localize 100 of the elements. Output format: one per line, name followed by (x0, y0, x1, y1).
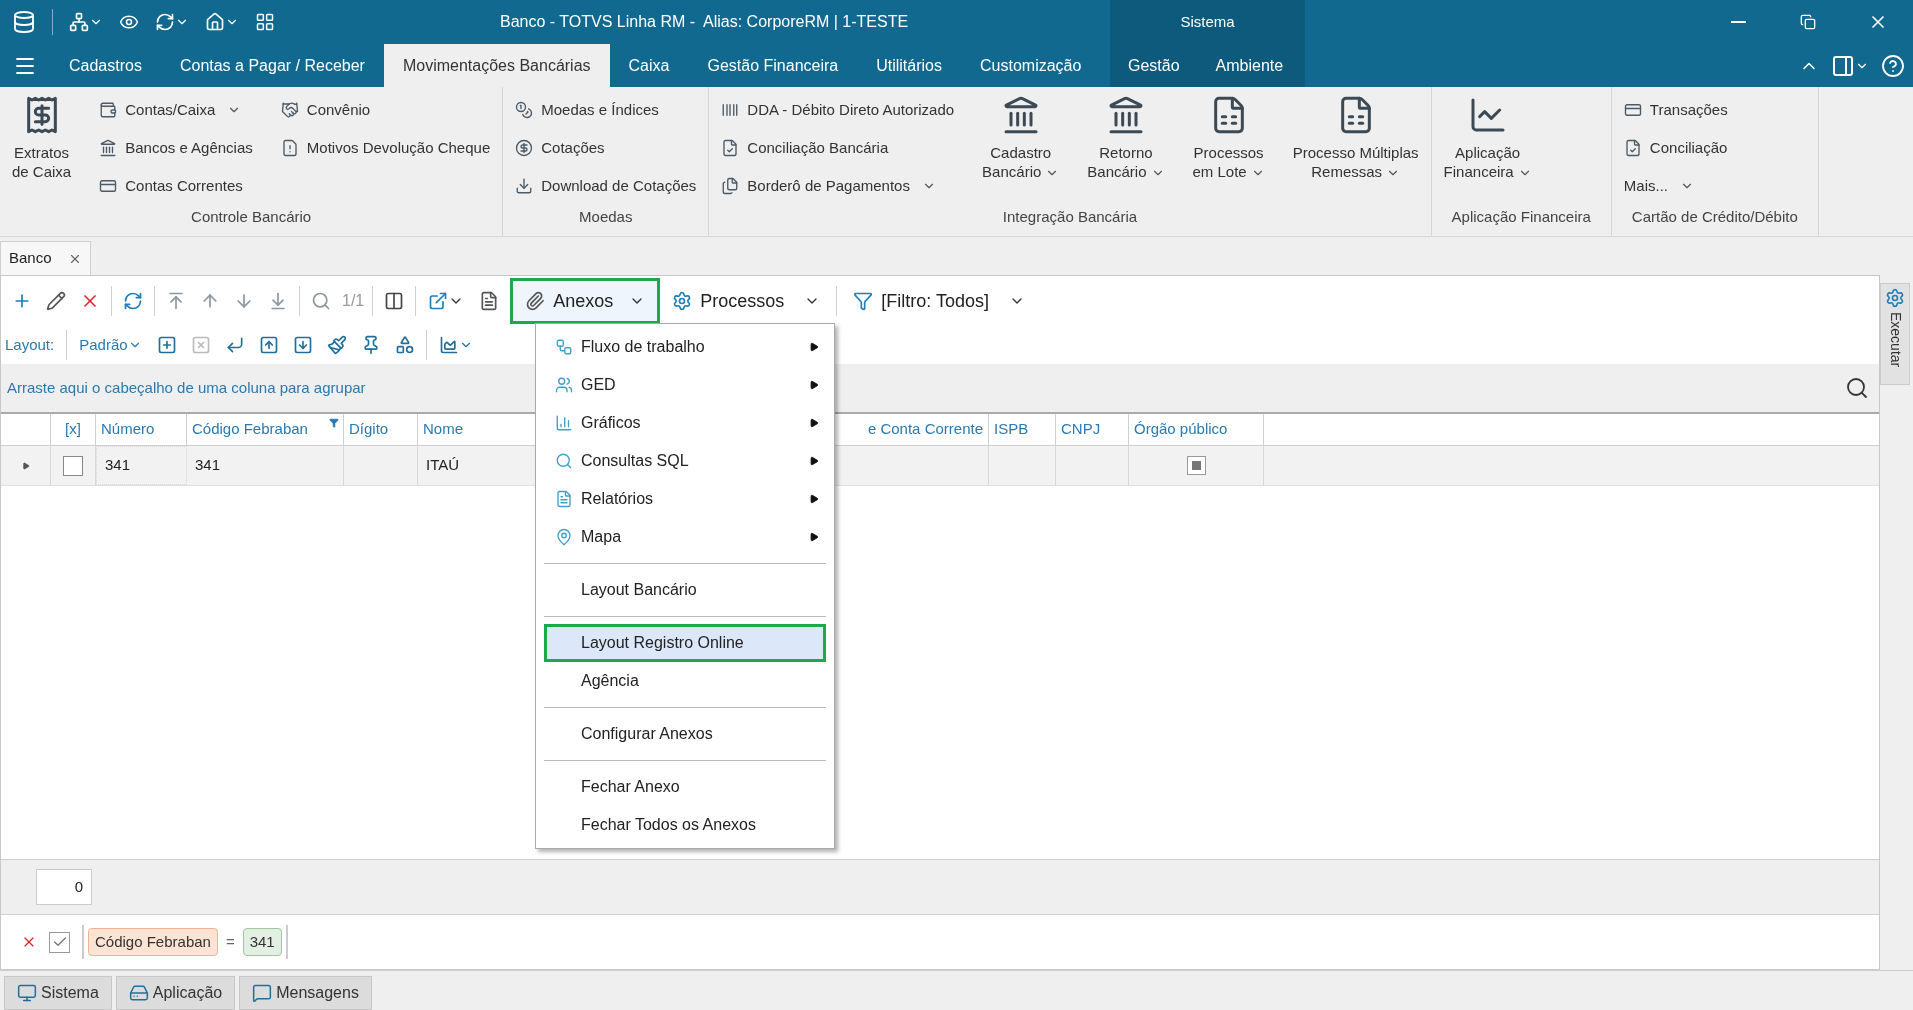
ribbon-button[interactable]: Contas Correntes (95, 167, 257, 205)
refresh-button[interactable] (155, 12, 189, 32)
ribbon-tab[interactable]: Movimentações Bancárias (383, 44, 610, 87)
status-tab[interactable]: Mensagens (239, 976, 372, 1010)
remove-row-icon (190, 335, 211, 355)
submenu-arrow-icon (809, 380, 819, 390)
column-header[interactable]: Dígito (344, 414, 418, 445)
status-tab[interactable]: Aplicação (115, 976, 236, 1010)
home-button[interactable] (205, 12, 239, 32)
eye-icon[interactable] (119, 12, 139, 32)
ribbon-large-button[interactable]: Processo Múltiplas Remessas (1284, 87, 1427, 181)
search-icon[interactable] (1845, 376, 1869, 400)
submenu-arrow-icon (809, 418, 819, 428)
column-header[interactable]: Código Febraban (187, 414, 344, 445)
ribbon-tab[interactable]: Cadastros (50, 44, 161, 87)
ribbon-button[interactable]: Mais... (1619, 167, 1732, 205)
ribbon-button[interactable]: Bancos e Agências (95, 129, 257, 167)
count-field: 0 (36, 869, 92, 905)
ribbon-button[interactable]: Conciliação Bancária (717, 129, 959, 167)
menu-item[interactable]: Agência (544, 662, 826, 700)
menu-item[interactable]: GED (544, 366, 826, 404)
ribbon-group-label: Integração Bancária (1001, 207, 1139, 227)
ribbon-tab[interactable]: Customização (961, 44, 1101, 87)
layout-button[interactable] (1831, 53, 1869, 78)
ribbon-large-button[interactable]: Aplicação Financeira (1435, 87, 1540, 181)
network-icon (69, 12, 89, 32)
record-counter: 1/1 (341, 291, 366, 311)
ribbon-tab[interactable]: Contas a Pagar / Receber (160, 44, 384, 87)
ribbon-button[interactable]: Contas/Caixa (95, 91, 257, 129)
submenu-arrow-icon (809, 456, 819, 466)
submenu-arrow-icon (809, 342, 819, 352)
app-logo-icon[interactable] (12, 10, 36, 34)
ribbon-large-button[interactable]: Cadastro Bancário (974, 87, 1068, 181)
filter-field-tag[interactable]: Código Febraban (88, 927, 218, 957)
search-icon (311, 291, 331, 311)
layout-dropdown[interactable]: Padrão (71, 333, 150, 357)
menu-item[interactable]: Relatórios (544, 480, 826, 518)
menu-item[interactable]: Fluxo de trabalho (544, 328, 826, 366)
ribbon-button[interactable]: Motivos Devolução Cheque (276, 129, 495, 167)
status-tab[interactable]: Sistema (4, 976, 112, 1010)
ribbon-group-label: Aplicação Financeira (1450, 207, 1592, 227)
table-cell-text: 341 (195, 455, 221, 476)
ribbon-tab[interactable]: Utilitários (857, 44, 961, 87)
filter-value-tag[interactable]: 341 (242, 927, 282, 957)
ribbon-button[interactable]: Conciliação (1619, 129, 1732, 167)
ribbon-large-button[interactable]: Processos em Lote (1184, 87, 1273, 181)
column-header[interactable]: Órgão público (1129, 414, 1264, 445)
ribbon-button[interactable]: Download de Cotações (511, 167, 701, 205)
help-icon[interactable] (1881, 53, 1905, 78)
network-button[interactable] (69, 12, 103, 32)
add-row-icon (156, 335, 177, 355)
menu-item[interactable]: Mapa (544, 518, 826, 556)
home-icon (205, 12, 225, 32)
table-cell-text: 341 (105, 455, 131, 476)
ribbon-group-label: Moedas (578, 207, 634, 227)
ribbon-large-button[interactable]: Extratos de Caixa (4, 87, 80, 181)
column-header[interactable]: Número (96, 414, 187, 445)
menu-item[interactable]: Gráficos (544, 404, 826, 442)
menu-item[interactable]: Layout Bancário (544, 571, 826, 609)
ribbon-tab[interactable]: Caixa (609, 44, 689, 87)
menu-item[interactable]: Consultas SQL (544, 442, 826, 480)
ribbon-button[interactable]: Moedas e Índices (511, 91, 701, 129)
side-panel-label: Executar (1886, 312, 1905, 368)
ribbon-button[interactable]: Borderô de Pagamentos (717, 167, 959, 205)
column-header[interactable]: CNPJ (1056, 414, 1129, 445)
column-header[interactable]: [x] (51, 414, 96, 445)
ribbon-group-label: Cartão de Crédito/Débito (1630, 207, 1799, 227)
barcode-icon (721, 101, 740, 119)
export-icon (428, 291, 449, 311)
coins-icon (515, 101, 534, 119)
menu-item[interactable]: Configurar Anexos (544, 715, 826, 753)
document-icon (479, 291, 500, 311)
flag-checkbox[interactable] (1186, 456, 1206, 475)
ribbon-button[interactable]: Cotações (511, 129, 701, 167)
ribbon-large-button[interactable]: Retorno Bancário (1079, 87, 1173, 181)
ribbon-tab[interactable]: Gestão Financeira (688, 44, 858, 87)
filter-button[interactable]: [Filtro: Todos] (841, 280, 1038, 322)
attachments-button[interactable]: Anexos (510, 278, 661, 324)
ribbon-button[interactable]: Convênio (276, 91, 495, 129)
ribbon-button[interactable]: DDA - Débito Direto Autorizado (717, 91, 959, 129)
paint-icon (326, 335, 347, 355)
move-down-icon (292, 335, 313, 355)
filter-checkbox[interactable] (49, 931, 70, 953)
ribbon-tab[interactable]: Gestão (1110, 44, 1198, 87)
menu-item[interactable]: Layout Registro Online (544, 624, 826, 662)
row-checkbox[interactable] (63, 455, 83, 476)
menu-item[interactable]: Fechar Anexo (544, 768, 826, 806)
area-chart-icon (438, 335, 459, 355)
ribbon-tab[interactable]: Ambiente (1197, 44, 1302, 87)
side-panel-tab[interactable]: Executar (1880, 283, 1910, 385)
menu-item[interactable]: Fechar Todos os Anexos (544, 806, 826, 844)
grid-icon[interactable] (255, 12, 275, 32)
row-indicator-icon (21, 461, 30, 470)
document-tab[interactable]: Banco (0, 241, 91, 275)
processes-button[interactable]: Processos (660, 280, 833, 322)
table-cell-text: ITAÚ (426, 455, 460, 476)
column-header[interactable]: ISPB (989, 414, 1056, 445)
ribbon-button[interactable]: Transações (1619, 91, 1732, 129)
map-pin-icon (555, 528, 573, 546)
filter-icon[interactable] (329, 418, 339, 428)
